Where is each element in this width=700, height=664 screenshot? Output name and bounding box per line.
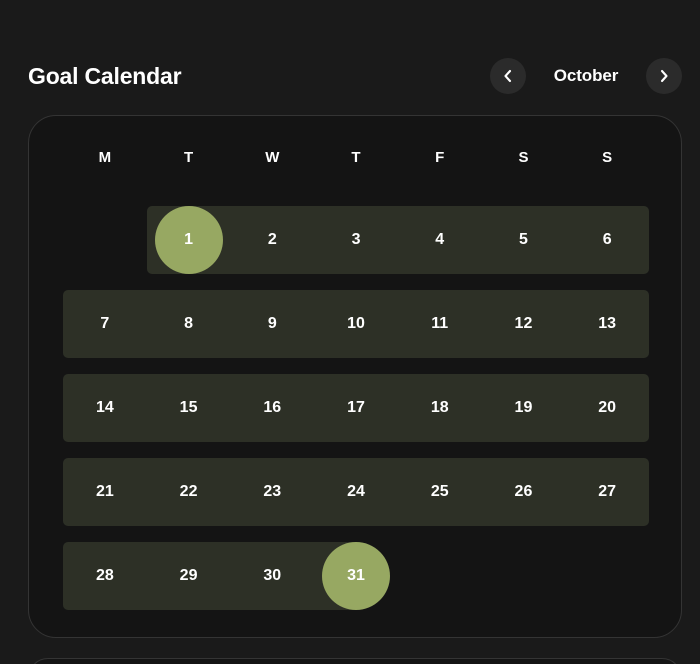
day-cell[interactable]: 10 bbox=[314, 290, 398, 358]
calendar-header: Goal Calendar October bbox=[28, 52, 682, 100]
day-number: 18 bbox=[430, 399, 449, 416]
day-number: 19 bbox=[514, 399, 533, 416]
day-cell[interactable]: 6 bbox=[565, 206, 649, 274]
day-cell[interactable]: 17 bbox=[314, 374, 398, 442]
calendar-week-row: 14 15 16 17 18 19 20 bbox=[63, 374, 649, 442]
day-cell[interactable]: 23 bbox=[230, 458, 314, 526]
weekday-label-6: S bbox=[602, 149, 613, 166]
day-number: 8 bbox=[184, 315, 194, 332]
week-days: 28 29 30 31 bbox=[63, 542, 649, 610]
week-days: 1 2 3 4 5 6 bbox=[63, 206, 649, 274]
day-cell-empty bbox=[482, 542, 566, 610]
day-cell[interactable]: 9 bbox=[230, 290, 314, 358]
day-number: 29 bbox=[179, 567, 198, 584]
day-number: 1 bbox=[184, 231, 194, 248]
day-number: 16 bbox=[263, 399, 282, 416]
weekday-label-5: S bbox=[518, 149, 529, 166]
next-month-button[interactable] bbox=[646, 58, 682, 94]
day-cell[interactable]: 14 bbox=[63, 374, 147, 442]
day-number: 24 bbox=[347, 483, 365, 500]
day-number: 20 bbox=[598, 399, 617, 416]
day-number: 17 bbox=[347, 399, 365, 416]
day-number: 30 bbox=[263, 567, 282, 584]
day-cell[interactable]: 3 bbox=[314, 206, 398, 274]
calendar-week-row: 21 22 23 24 25 26 27 bbox=[63, 458, 649, 526]
day-number: 31 bbox=[347, 567, 365, 584]
day-cell[interactable]: 22 bbox=[147, 458, 231, 526]
calendar-weeks: 1 2 3 4 5 6 7 8 9 10 11 12 13 14 15 16 17 18 19 20 21 22 23 24 2… bbox=[63, 206, 649, 610]
day-cell[interactable]: 19 bbox=[482, 374, 566, 442]
day-cell[interactable]: 20 bbox=[565, 374, 649, 442]
week-days: 7 8 9 10 11 12 13 bbox=[63, 290, 649, 358]
day-cell[interactable]: 12 bbox=[482, 290, 566, 358]
day-cell[interactable]: 21 bbox=[63, 458, 147, 526]
day-cell[interactable]: 29 bbox=[147, 542, 231, 610]
day-cell[interactable]: 27 bbox=[565, 458, 649, 526]
day-cell[interactable]: 30 bbox=[230, 542, 314, 610]
weekday-label-3: T bbox=[351, 149, 361, 166]
day-number: 10 bbox=[347, 315, 365, 332]
day-number: 14 bbox=[95, 399, 114, 416]
day-number: 12 bbox=[514, 315, 533, 332]
day-number: 5 bbox=[519, 231, 528, 248]
calendar-week-row: 7 8 9 10 11 12 13 bbox=[63, 290, 649, 358]
day-cell[interactable]: 13 bbox=[565, 290, 649, 358]
next-card-peek bbox=[28, 658, 682, 664]
current-month-label: October bbox=[553, 66, 619, 85]
week-days: 21 22 23 24 25 26 27 bbox=[63, 458, 649, 526]
day-number: 3 bbox=[351, 231, 361, 248]
day-number: 15 bbox=[179, 399, 198, 416]
day-cell[interactable]: 25 bbox=[398, 458, 482, 526]
day-number: 11 bbox=[431, 315, 449, 332]
weekday-header-row: MTWTFSS bbox=[63, 149, 649, 166]
day-number: 27 bbox=[598, 483, 617, 500]
day-cell[interactable]: 8 bbox=[147, 290, 231, 358]
day-number: 7 bbox=[100, 315, 110, 332]
day-cell[interactable]: 31 bbox=[314, 542, 398, 610]
day-cell[interactable]: 15 bbox=[147, 374, 231, 442]
day-number: 23 bbox=[263, 483, 282, 500]
weekday-label-2: W bbox=[265, 149, 280, 166]
prev-month-button[interactable] bbox=[490, 58, 526, 94]
day-cell[interactable]: 18 bbox=[398, 374, 482, 442]
weekday-label-1: T bbox=[183, 149, 194, 166]
day-number: 22 bbox=[179, 483, 198, 500]
day-cell[interactable]: 28 bbox=[63, 542, 147, 610]
day-number: 13 bbox=[598, 315, 617, 332]
chevron-left-icon bbox=[500, 68, 516, 84]
calendar-week-row: 1 2 3 4 5 6 bbox=[63, 206, 649, 274]
day-cell[interactable]: 4 bbox=[398, 206, 482, 274]
day-cell-empty bbox=[398, 542, 482, 610]
day-cell[interactable]: 7 bbox=[63, 290, 147, 358]
day-number: 6 bbox=[602, 231, 612, 248]
calendar-week-row: 28 29 30 31 bbox=[63, 542, 649, 610]
day-number: 9 bbox=[267, 315, 277, 332]
day-number: 28 bbox=[95, 567, 114, 584]
day-cell[interactable]: 2 bbox=[230, 206, 314, 274]
day-number: 21 bbox=[95, 483, 114, 500]
day-cell[interactable]: 11 bbox=[398, 290, 482, 358]
weekday-label-0: M bbox=[98, 149, 112, 166]
weekday-label-4: F bbox=[435, 149, 445, 166]
day-cell[interactable]: 1 bbox=[147, 206, 231, 274]
day-cell-empty bbox=[63, 206, 147, 274]
month-navigation: October bbox=[490, 58, 682, 94]
day-cell[interactable]: 16 bbox=[230, 374, 314, 442]
day-cell[interactable]: 5 bbox=[482, 206, 566, 274]
day-number: 4 bbox=[435, 231, 445, 248]
goal-calendar-screen: Goal Calendar October MTWTFSS 12 3 4 5 6… bbox=[0, 0, 700, 664]
day-number: 2 bbox=[267, 231, 277, 248]
day-cell-empty bbox=[565, 542, 649, 610]
day-cell[interactable]: 26 bbox=[482, 458, 566, 526]
day-number: 25 bbox=[430, 483, 449, 500]
chevron-right-icon bbox=[656, 68, 672, 84]
day-cell[interactable]: 24 bbox=[314, 458, 398, 526]
calendar-card: MTWTFSS 1 2 3 4 5 6 7 8 9 10 11 12 13 14 15 16 17 18 19 20 2… bbox=[28, 115, 682, 638]
page-title: Goal Calendar bbox=[28, 62, 182, 89]
week-days: 14 15 16 17 18 19 20 bbox=[63, 374, 649, 442]
day-number: 26 bbox=[514, 483, 533, 500]
